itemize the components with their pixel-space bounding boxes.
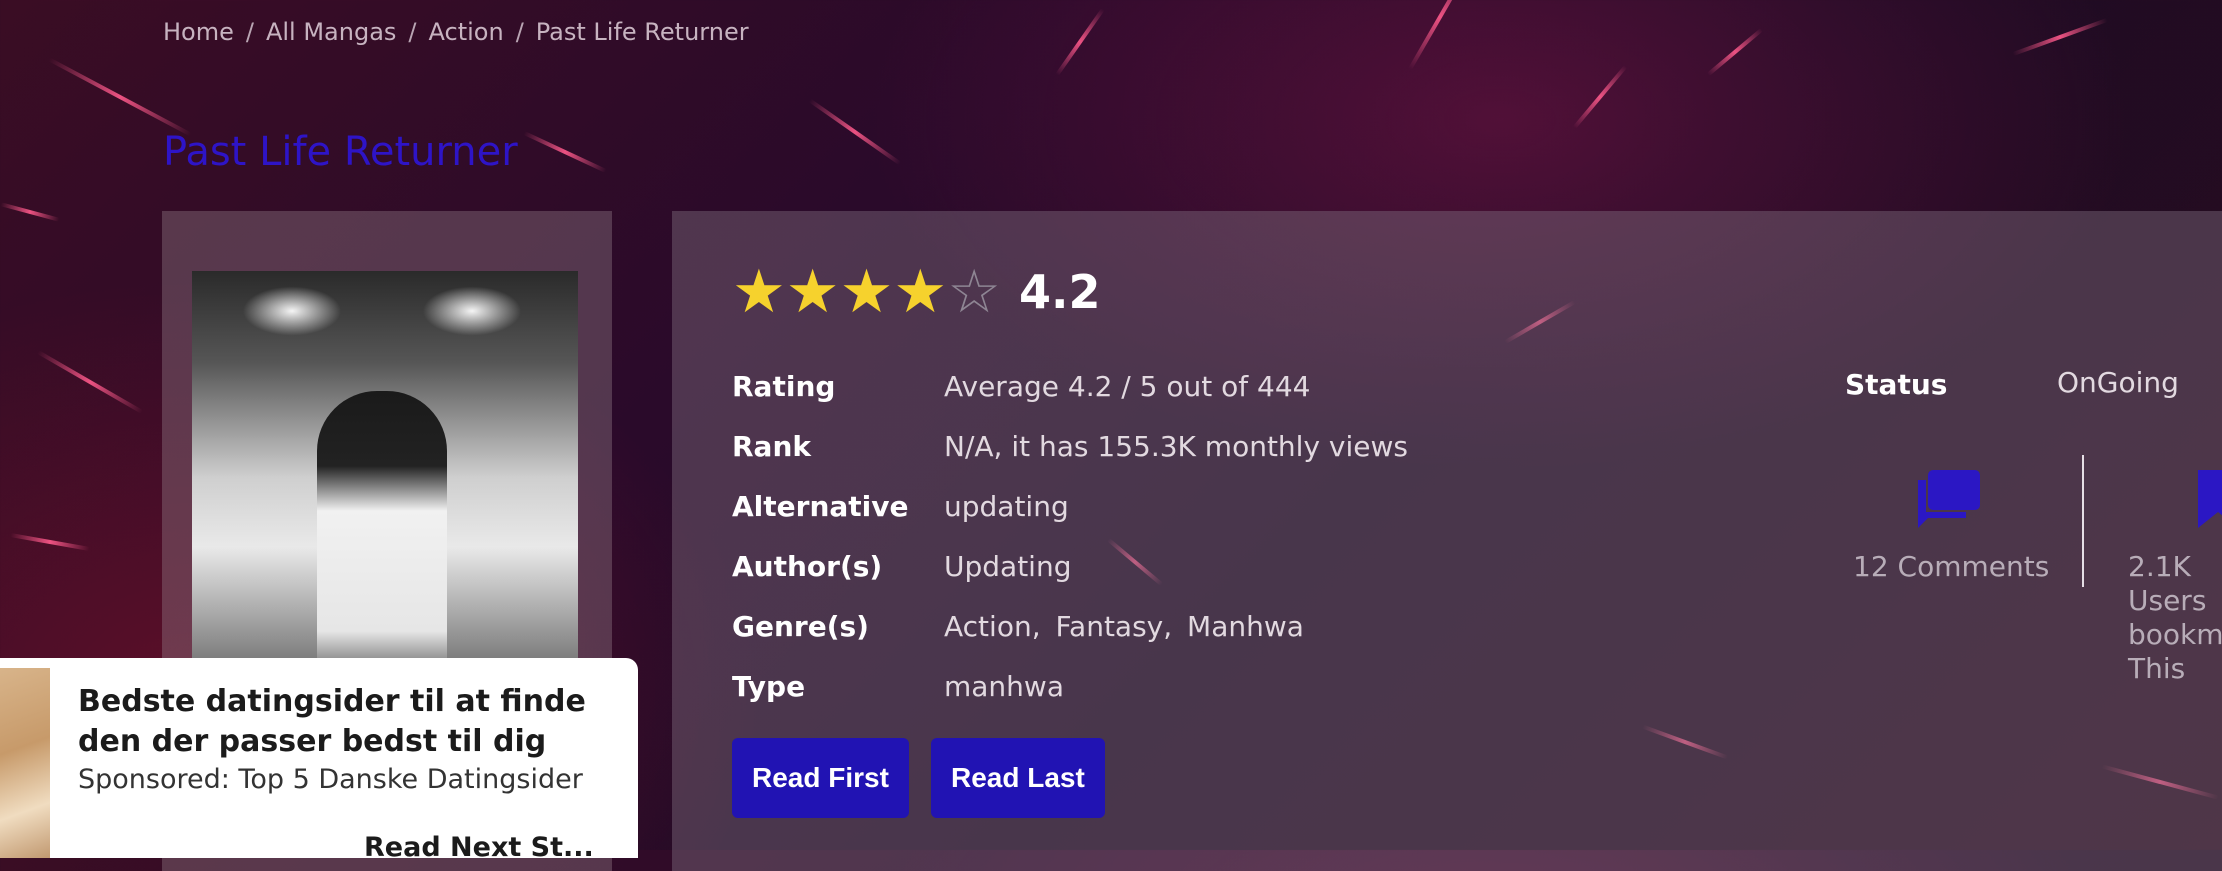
stats-divider — [2082, 455, 2084, 587]
detail-label: Genre(s) — [732, 610, 869, 643]
star-filled-icon[interactable]: ★ — [786, 262, 840, 322]
detail-value: manhwa — [944, 670, 1064, 703]
star-filled-icon[interactable]: ★ — [840, 262, 894, 322]
bookmark-count: 2.1K Users bookmarked This — [2128, 550, 2222, 685]
genre-list: Action, Fantasy, Manhwa — [944, 610, 1310, 643]
detail-label: Rank — [732, 430, 812, 463]
rating-score: 4.2 — [1018, 265, 1101, 319]
genre-link-action[interactable]: Action, — [944, 610, 1041, 643]
sponsored-ad[interactable]: Bedste datingsider til at finde den der … — [0, 658, 638, 858]
status-label: Status — [1845, 368, 1948, 401]
breadcrumb: Home / All Mangas / Action / Past Life Returne… — [163, 18, 749, 46]
breadcrumb-all-mangas[interactable]: All Mangas — [266, 18, 396, 46]
read-first-button[interactable]: Read First — [732, 738, 909, 818]
ad-thumbnail[interactable] — [0, 668, 50, 858]
detail-value: Average 4.2 / 5 out of 444 — [944, 370, 1311, 403]
detail-value: updating — [944, 490, 1069, 523]
status-value: OnGoing — [2057, 366, 2179, 399]
breadcrumb-separator: / — [515, 18, 524, 46]
page-title: Past Life Returner — [163, 128, 518, 175]
star-filled-icon[interactable]: ★ — [893, 262, 947, 322]
breadcrumb-current: Past Life Returner — [535, 18, 749, 46]
ad-read-next-link[interactable]: Read Next St... — [364, 832, 594, 858]
detail-value: Updating — [944, 550, 1072, 583]
detail-label: Rating — [732, 370, 836, 403]
ad-sponsor: Sponsored: Top 5 Danske Datingsider — [78, 764, 583, 795]
detail-label: Author(s) — [732, 550, 883, 583]
bookmark-icon[interactable] — [2198, 470, 2222, 528]
breadcrumb-separator: / — [408, 18, 417, 46]
breadcrumb-home[interactable]: Home — [163, 18, 234, 46]
genre-link-manhwa[interactable]: Manhwa — [1187, 610, 1304, 643]
genre-link-fantasy[interactable]: Fantasy, — [1056, 610, 1173, 643]
ad-headline[interactable]: Bedste datingsider til at finde den der … — [78, 682, 618, 762]
detail-value: N/A, it has 155.3K monthly views — [944, 430, 1408, 463]
detail-label: Alternative — [732, 490, 909, 523]
breadcrumb-separator: / — [245, 18, 254, 46]
rating-stars[interactable]: ★ ★ ★ ★ ☆ 4.2 — [732, 262, 1100, 322]
comments-icon[interactable] — [1918, 470, 1980, 528]
comments-count[interactable]: 12 Comments — [1853, 550, 2049, 583]
breadcrumb-action[interactable]: Action — [429, 18, 504, 46]
star-filled-icon[interactable]: ★ — [732, 262, 786, 322]
star-empty-icon[interactable]: ☆ — [947, 262, 1001, 322]
detail-label: Type — [732, 670, 806, 703]
cover-figure — [317, 391, 447, 691]
read-last-button[interactable]: Read Last — [931, 738, 1105, 818]
